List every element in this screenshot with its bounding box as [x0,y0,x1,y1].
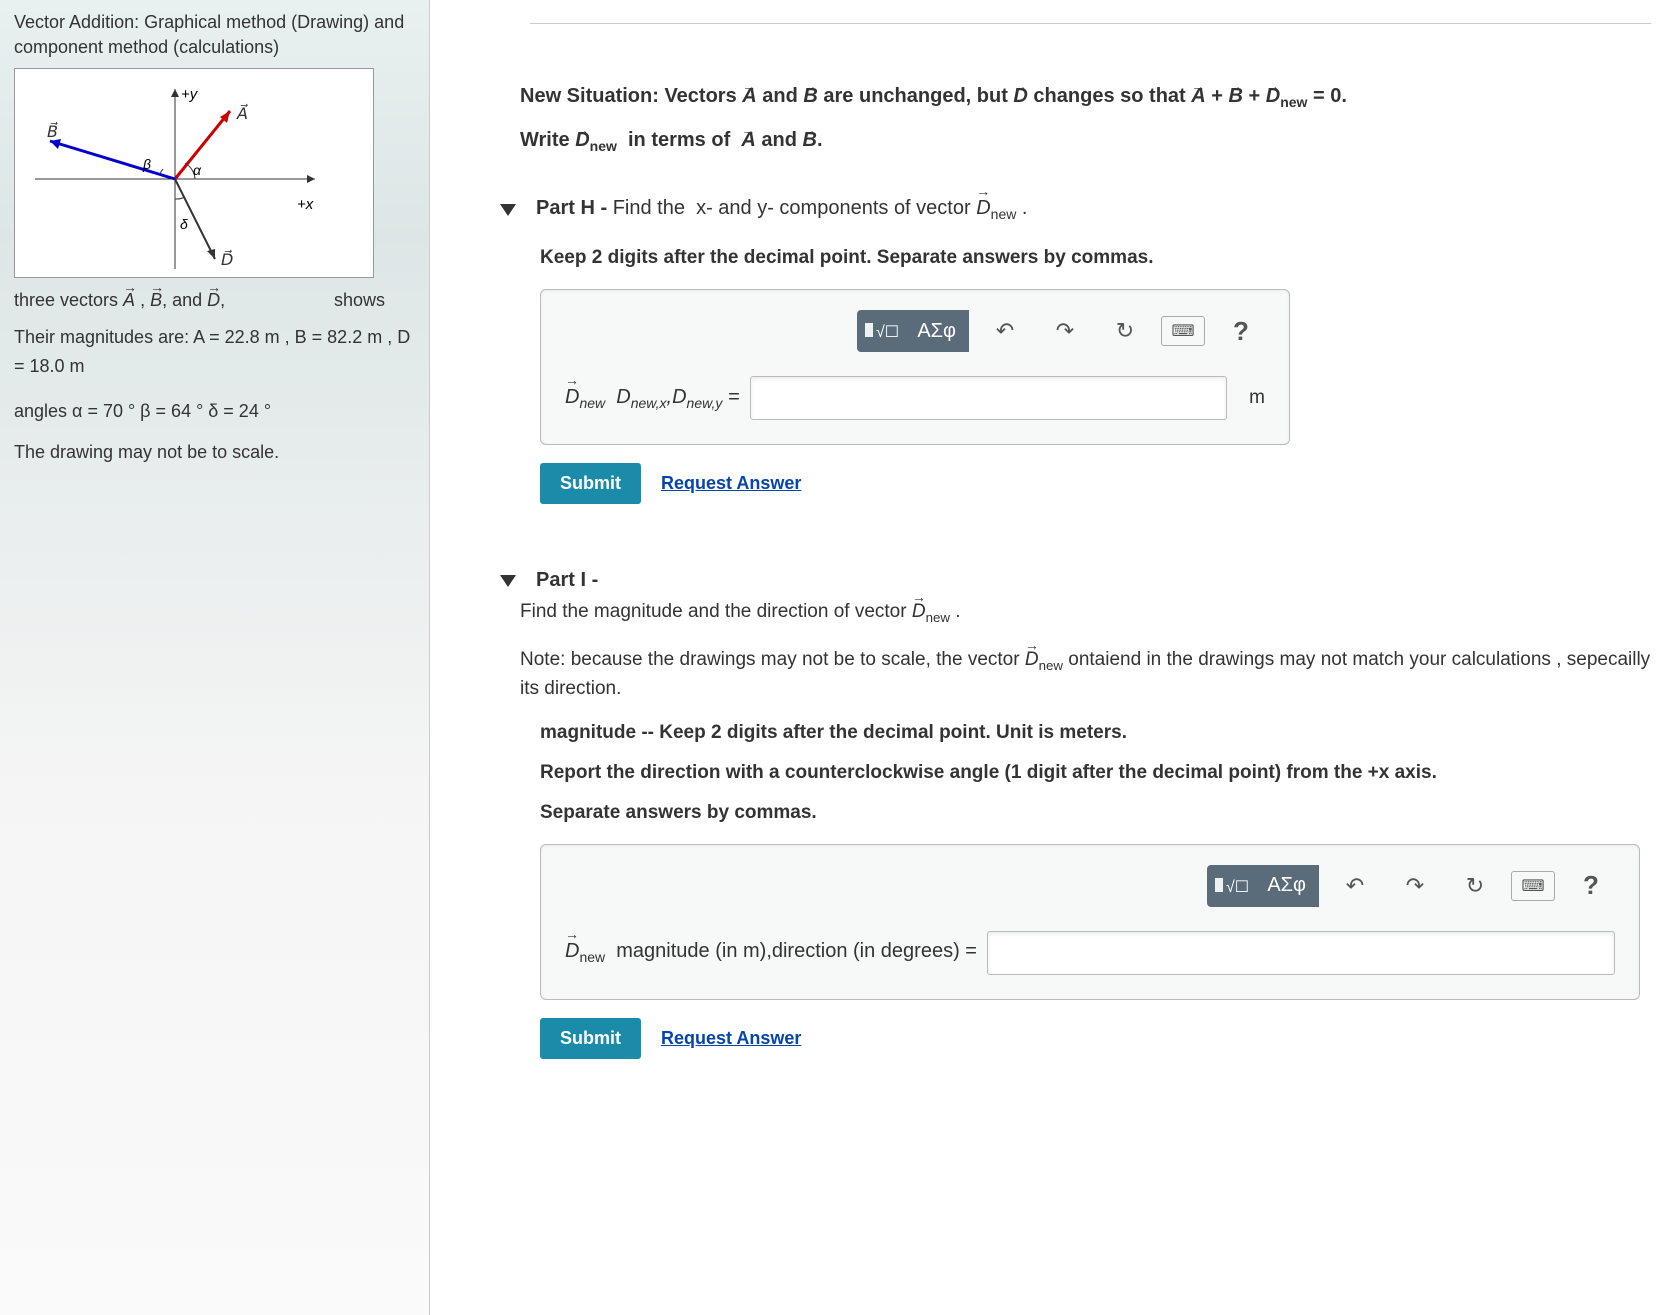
help-icon[interactable]: ? [1567,865,1615,907]
redo-icon[interactable]: ↷ [1041,310,1089,352]
situation-line2: Write Dnew in terms of A and B. [520,118,1671,162]
part-h-answer-box: √☐ ΑΣφ ↶ ↷ ↻ ⌨ ? Dnew Dnew,x,Dnew,y = m [540,289,1290,445]
magnitudes-line: Their magnitudes are: A = 22.8 m , B = 8… [14,323,415,381]
svg-text:√☐: √☐ [1226,879,1249,896]
label-A: A⃗ [236,103,248,123]
reset-icon[interactable]: ↻ [1101,310,1149,352]
svg-text:√☐: √☐ [876,324,899,341]
scale-note: The drawing may not be to scale. [14,438,415,467]
sqrt-tool-button[interactable]: √☐ [1207,865,1255,907]
collapse-caret-icon[interactable] [500,204,516,216]
label-B: B⃗ [47,121,58,141]
part-i-answer-input[interactable] [987,931,1615,975]
top-bar [530,0,1651,24]
label-delta: δ [180,216,188,232]
toolbar-h: √☐ ΑΣφ ↶ ↷ ↻ ⌨ ? [565,310,1265,352]
submit-button-h[interactable]: Submit [540,463,641,504]
help-icon[interactable]: ? [1217,310,1265,352]
part-h-answer-input[interactable] [750,376,1228,420]
keyboard-icon[interactable]: ⌨ [1511,871,1555,901]
keyboard-icon[interactable]: ⌨ [1161,316,1205,346]
sqrt-tool-button[interactable]: √☐ [857,310,905,352]
part-i-desc: Find the magnitude and the direction of … [520,598,1671,628]
part-h-unit: m [1249,387,1265,409]
right-panel: New Situation: Vectors A and B are uncha… [430,0,1671,1315]
label-alpha: α [193,162,202,178]
situation-line1: New Situation: Vectors A and B are uncha… [520,74,1671,118]
part-i-header: Part I - [500,569,1671,592]
angles-line: angles α = 70 ° β = 64 ° δ = 24 ° [14,397,415,426]
redo-icon[interactable]: ↷ [1391,865,1439,907]
label-beta: β [142,156,151,172]
part-h-input-label: Dnew Dnew,x,Dnew,y = [565,386,740,411]
part-h-instruction: Keep 2 digits after the decimal point. S… [540,247,1671,269]
part-i-instr2: Report the direction with a counterclock… [540,762,1671,784]
part-i-input-label: Dnew magnitude (in m),direction (in degr… [565,940,977,965]
undo-icon[interactable]: ↶ [981,310,1029,352]
label-plus-y: +y [181,86,199,103]
part-h-header: Part H - Find the x- and y- components o… [500,197,1671,222]
part-i-instr3: Separate answers by commas. [540,802,1671,824]
situation-block: New Situation: Vectors A and B are uncha… [520,74,1671,162]
diagram-svg: +y +x A⃗ B⃗ D⃗ α β δ [15,69,375,279]
label-D: D⃗ [221,249,233,269]
request-answer-link-h[interactable]: Request Answer [661,473,801,494]
greek-tool-button[interactable]: ΑΣφ [1254,865,1319,907]
reset-icon[interactable]: ↻ [1451,865,1499,907]
request-answer-link-i[interactable]: Request Answer [661,1028,801,1049]
toolbar-i: √☐ ΑΣφ ↶ ↷ ↻ ⌨ ? [565,865,1615,907]
vector-diagram: +y +x A⃗ B⃗ D⃗ α β δ [14,68,374,278]
label-plus-x: +x [297,196,314,213]
undo-icon[interactable]: ↶ [1331,865,1379,907]
part-i-instr1: magnitude -- Keep 2 digits after the dec… [540,722,1671,744]
problem-title: Vector Addition: Graphical method (Drawi… [14,10,415,60]
part-i-note: Note: because the drawings may not be to… [520,646,1671,704]
collapse-caret-icon[interactable] [500,575,516,587]
submit-button-i[interactable]: Submit [540,1018,641,1059]
left-panel: Vector Addition: Graphical method (Drawi… [0,0,430,1315]
part-i-answer-box: √☐ ΑΣφ ↶ ↷ ↻ ⌨ ? Dnew magnitude (in m),d… [540,844,1640,1000]
greek-tool-button[interactable]: ΑΣφ [904,310,969,352]
